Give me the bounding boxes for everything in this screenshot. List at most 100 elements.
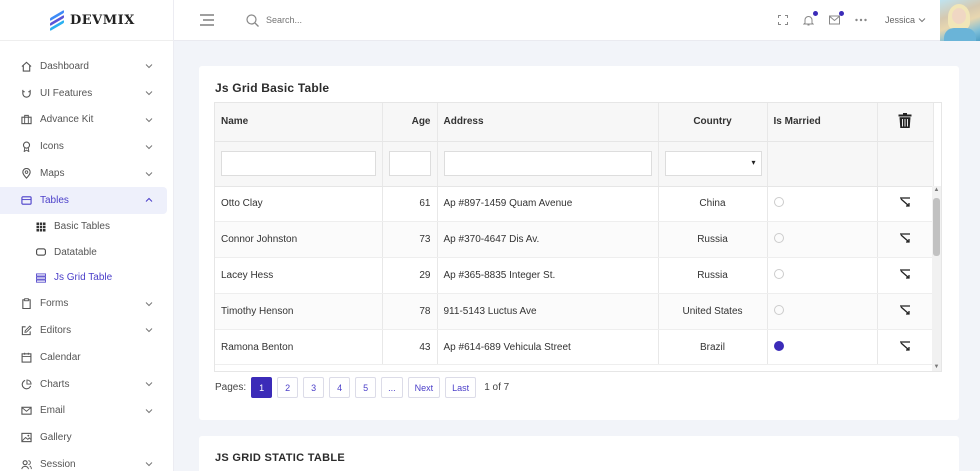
cell-is-married xyxy=(767,257,878,294)
edit-icon xyxy=(20,324,32,336)
table-scrollbar[interactable]: ▲ ▼ xyxy=(932,186,941,371)
table-row[interactable]: Ramona Benton 43 Ap #614-689 Vehicula St… xyxy=(215,329,934,366)
cell-actions xyxy=(877,293,934,330)
search-box xyxy=(246,13,546,27)
filter-country-select[interactable] xyxy=(664,151,762,176)
page-button[interactable]: 5 xyxy=(355,377,377,398)
sidebar-subitem-label: Js Grid Table xyxy=(54,272,113,284)
top-header: Jessica xyxy=(174,0,980,41)
sidebar-item-tables[interactable]: Tables xyxy=(0,186,167,214)
clipboard-icon xyxy=(20,298,32,310)
sidebar-item-charts[interactable]: Charts xyxy=(0,371,167,398)
users-icon xyxy=(20,458,32,470)
briefcase-icon xyxy=(20,114,32,126)
more-icon[interactable] xyxy=(855,14,867,26)
cell-actions xyxy=(877,257,934,294)
edit-row-icon[interactable] xyxy=(899,340,911,351)
page-button[interactable]: 3 xyxy=(303,377,325,398)
avatar[interactable] xyxy=(940,0,980,41)
next-page-button[interactable]: Next xyxy=(407,377,441,398)
mail-icon xyxy=(20,405,32,417)
search-icon xyxy=(246,13,259,27)
edit-row-icon[interactable] xyxy=(899,305,911,315)
sidebar-item-label: UI Features xyxy=(40,87,93,99)
married-radio[interactable] xyxy=(773,197,784,208)
sidebar-item-ui-features[interactable]: UI Features xyxy=(0,80,167,107)
sidebar-item-label: Editors xyxy=(40,324,72,336)
sidebar-item-dashboard[interactable]: Dashboard xyxy=(0,53,167,80)
chevron-down-icon xyxy=(145,328,153,333)
married-radio[interactable] xyxy=(773,304,784,315)
cell-is-married xyxy=(767,329,878,366)
trash-icon[interactable] xyxy=(898,112,912,128)
pager-label: Pages: xyxy=(215,382,247,393)
edit-row-icon[interactable] xyxy=(899,233,911,243)
table-row[interactable]: Otto Clay 61 Ap #897-1459 Quam Avenue Ch… xyxy=(215,186,934,223)
cell-address: Ap #370-4647 Dis Av. xyxy=(437,221,659,259)
edit-row-icon[interactable] xyxy=(899,197,911,208)
cell-age: 73 xyxy=(382,221,438,259)
sidebar-item-label: Advance Kit xyxy=(40,114,94,126)
search-input[interactable] xyxy=(266,15,466,25)
sidebar-item-icons[interactable]: Icons xyxy=(0,133,167,160)
cell-name: Otto Clay xyxy=(215,186,383,223)
cell-is-married xyxy=(767,186,878,223)
bell-icon[interactable] xyxy=(803,11,818,26)
sidebar-subitem-basic-tables[interactable]: Basic Tables xyxy=(0,214,173,240)
menu-toggle-icon[interactable] xyxy=(200,14,214,26)
scroll-down-icon[interactable]: ▼ xyxy=(933,364,940,370)
sidebar-item-gallery[interactable]: Gallery xyxy=(0,424,167,451)
table-header-row: Name Age Address Country Is Married xyxy=(215,103,934,142)
fullscreen-icon[interactable] xyxy=(777,14,789,26)
scrollbar-thumb[interactable] xyxy=(933,198,940,256)
user-menu[interactable]: Jessica xyxy=(885,15,926,25)
cell-name: Connor Johnston xyxy=(215,221,383,259)
page-button[interactable]: 4 xyxy=(329,377,351,398)
cell-actions xyxy=(877,329,934,366)
filter-address-input[interactable] xyxy=(443,151,652,176)
cell-name: Lacey Hess xyxy=(215,257,383,294)
column-header-is-married[interactable]: Is Married xyxy=(767,103,878,142)
pie-chart-icon xyxy=(20,378,32,390)
sidebar-item-editors[interactable]: Editors xyxy=(0,317,167,344)
page-info: 1 of 7 xyxy=(484,382,510,393)
sidebar-subitem-datatable[interactable]: Datatable xyxy=(0,239,173,265)
mail-icon[interactable] xyxy=(829,11,844,26)
home-icon xyxy=(20,60,32,72)
sidebar-item-calendar[interactable]: Calendar xyxy=(0,344,167,371)
cell-country: Brazil xyxy=(658,329,768,366)
married-radio[interactable] xyxy=(773,340,784,351)
js-grid-static-card: JS GRID STATIC TABLE xyxy=(199,436,959,471)
last-page-button[interactable]: Last xyxy=(445,377,477,398)
header-actions: Jessica xyxy=(763,0,980,41)
filter-name-input[interactable] xyxy=(221,151,376,176)
married-radio[interactable] xyxy=(773,268,784,279)
page-button[interactable]: 2 xyxy=(277,377,299,398)
grid-icon xyxy=(36,222,46,232)
brand-logo[interactable]: DEVMIX xyxy=(0,0,173,41)
column-header-name[interactable]: Name xyxy=(215,103,383,142)
sidebar-item-email[interactable]: Email xyxy=(0,397,167,424)
column-header-address[interactable]: Address xyxy=(437,103,659,142)
page-ellipsis-button[interactable]: ... xyxy=(381,377,403,398)
sidebar-item-session[interactable]: Session xyxy=(0,451,167,471)
married-radio[interactable] xyxy=(773,233,784,244)
sidebar-item-advance-kit[interactable]: Advance Kit xyxy=(0,107,167,134)
sidebar-item-forms[interactable]: Forms xyxy=(0,290,167,317)
scroll-up-icon[interactable]: ▲ xyxy=(933,187,940,193)
table-row[interactable]: Lacey Hess 29 Ap #365-8835 Integer St. R… xyxy=(215,257,934,294)
page-button[interactable]: 1 xyxy=(251,377,273,398)
sidebar-item-label: Charts xyxy=(40,378,70,390)
sidebar-item-label: Email xyxy=(40,405,66,417)
sidebar-item-label: Maps xyxy=(40,168,65,180)
column-header-age[interactable]: Age xyxy=(382,103,438,142)
sidebar: DEVMIX Dashboard UI Features Advance Kit… xyxy=(0,0,174,471)
cell-is-married xyxy=(767,293,878,330)
sidebar-subitem-js-grid-table[interactable]: Js Grid Table xyxy=(0,265,173,291)
column-header-country[interactable]: Country xyxy=(658,103,768,142)
table-row[interactable]: Connor Johnston 73 Ap #370-4647 Dis Av. … xyxy=(215,221,934,259)
sidebar-item-maps[interactable]: Maps xyxy=(0,160,167,187)
edit-row-icon[interactable] xyxy=(899,269,911,279)
table-row[interactable]: Timothy Henson 78 911-5143 Luctus Ave Un… xyxy=(215,293,934,330)
filter-age-input[interactable] xyxy=(388,151,431,176)
